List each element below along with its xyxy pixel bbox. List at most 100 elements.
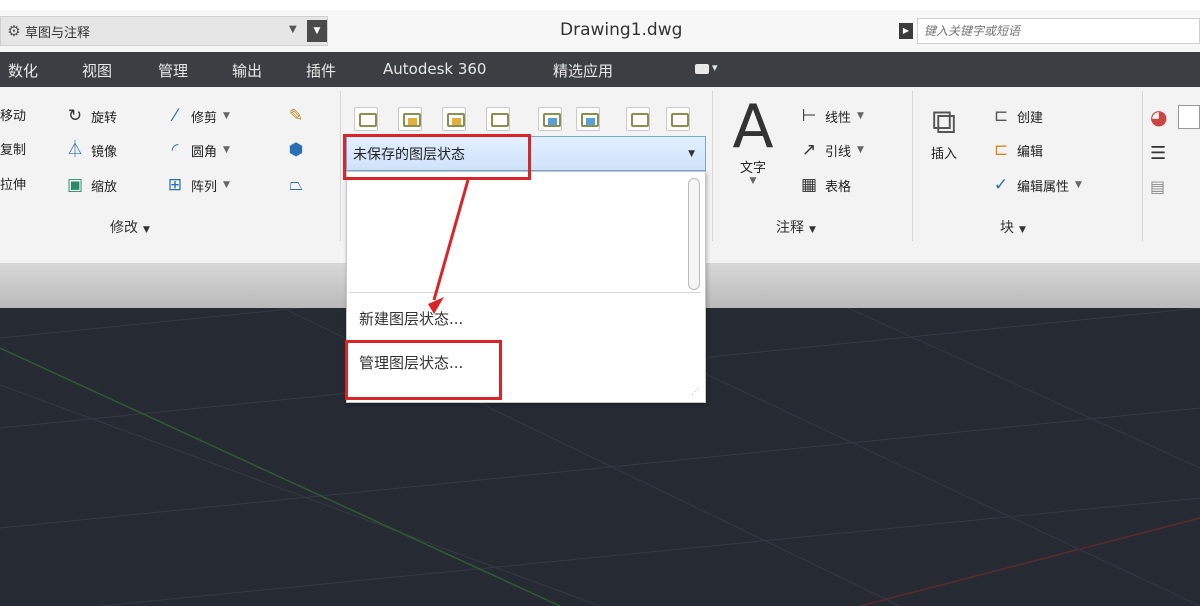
- mirror-tool[interactable]: ⏃ 镜像: [64, 139, 118, 161]
- text-tool[interactable]: A 文字 ▼: [728, 97, 778, 186]
- chevron-down-icon: ▼: [143, 225, 150, 235]
- annotation-panel-footer[interactable]: 注释 ▼: [776, 217, 816, 241]
- tab-view[interactable]: 视图: [82, 60, 112, 81]
- rotate-tool[interactable]: ↻ 旋转: [64, 105, 117, 127]
- edit-block-icon: ⊏: [993, 140, 1009, 160]
- explode-icon: ⬢: [288, 140, 304, 160]
- linetype-icon[interactable]: ▤: [1150, 177, 1165, 196]
- chevron-down-icon: ▼: [1019, 225, 1026, 235]
- layer-isolate-icon[interactable]: [442, 107, 466, 131]
- move-tool[interactable]: 移动: [0, 105, 26, 124]
- insert-label: 插入: [930, 147, 957, 162]
- resize-grip-icon[interactable]: ⋰: [691, 387, 699, 396]
- fillet-icon: ◜: [171, 140, 179, 160]
- rotate-icon: ↻: [67, 106, 83, 126]
- offset-tool[interactable]: ⏢: [285, 174, 312, 196]
- table-icon: ▦: [800, 175, 818, 195]
- layer-unlock-icon[interactable]: [576, 107, 600, 131]
- workspace-selector[interactable]: ⚙ 草图与注释 ▼ ▼: [0, 16, 328, 46]
- layer-lock-icon[interactable]: [538, 107, 562, 131]
- edit-block-tool[interactable]: ⊏ 编辑: [990, 139, 1043, 161]
- tab-parametric[interactable]: 数化: [8, 60, 38, 81]
- video-icon[interactable]: [695, 64, 709, 74]
- play-icon[interactable]: ▶: [899, 23, 913, 39]
- mirror-label: 镜像: [91, 144, 118, 160]
- chevron-down-icon[interactable]: ▼: [857, 111, 864, 121]
- move-label: 移动: [0, 109, 27, 124]
- layer-properties-icon[interactable]: [354, 107, 378, 131]
- chevron-down-icon: ▼: [749, 176, 757, 186]
- brush-icon: ✎: [288, 106, 304, 126]
- layer-freeze-icon[interactable]: [486, 107, 510, 131]
- linear-dimension-tool[interactable]: ⊢ 线性 ▼: [798, 105, 864, 127]
- stretch-tool[interactable]: 拉伸: [0, 174, 26, 193]
- color-select[interactable]: [1178, 105, 1200, 129]
- modify-panel-footer[interactable]: 修改 ▼: [110, 217, 150, 241]
- trim-icon: ⁄: [173, 106, 177, 126]
- fillet-label: 圆角: [191, 144, 218, 160]
- offset-icon: ⏢: [289, 175, 303, 195]
- tab-manage[interactable]: 管理: [158, 60, 188, 81]
- layer-off-icon[interactable]: [398, 107, 422, 131]
- layer-merge-icon[interactable]: [666, 107, 690, 131]
- panel-divider: [340, 91, 341, 241]
- create-block-tool[interactable]: ⊏ 创建: [990, 105, 1043, 127]
- array-tool[interactable]: ⊞ 阵列 ▼: [164, 174, 230, 196]
- chevron-down-icon[interactable]: ▾: [712, 61, 718, 74]
- chevron-down-icon[interactable]: ▼: [223, 180, 230, 190]
- leader-tool[interactable]: ↗ 引线 ▼: [798, 139, 864, 161]
- leader-label: 引线: [825, 144, 852, 160]
- trim-label: 修剪: [191, 110, 218, 126]
- create-block-icon: ⊏: [993, 106, 1009, 126]
- annotation-panel-title: 注释: [776, 220, 804, 236]
- stretch-label: 拉伸: [0, 178, 27, 193]
- tab-output[interactable]: 输出: [232, 60, 262, 81]
- highlight-box-layer-state: [343, 134, 531, 180]
- tab-autodesk-360[interactable]: Autodesk 360: [383, 60, 486, 78]
- chevron-down-icon[interactable]: ▼: [223, 111, 230, 121]
- create-label: 创建: [1017, 110, 1044, 126]
- title-bar: ⚙ 草图与注释 ▼ ▼ Drawing1.dwg ▶: [0, 10, 1200, 52]
- chevron-down-icon: ▼: [809, 225, 816, 235]
- layer-walk-icon[interactable]: [626, 107, 650, 131]
- mirror-icon: ⏃: [66, 140, 84, 160]
- scale-tool[interactable]: ▣ 缩放: [64, 174, 117, 196]
- match-properties-tool[interactable]: ✎: [285, 105, 312, 127]
- insert-block-tool[interactable]: ⧉ 插入: [922, 101, 966, 162]
- copy-tool[interactable]: 复制: [0, 139, 26, 158]
- fillet-tool[interactable]: ◜ 圆角 ▼: [164, 139, 230, 161]
- chevron-down-icon: ▼: [688, 149, 695, 159]
- linear-label: 线性: [825, 110, 852, 126]
- search-area: ▶: [895, 16, 1200, 46]
- block-panel-title: 块: [1000, 220, 1014, 236]
- linear-dimension-icon: ⊢: [801, 106, 817, 126]
- chevron-down-icon[interactable]: ▼: [223, 145, 230, 155]
- dropdown-scrollbar[interactable]: [688, 178, 700, 290]
- array-icon: ⊞: [167, 175, 183, 195]
- explode-tool[interactable]: ⬢: [285, 139, 312, 161]
- highlight-box-manage: [345, 340, 502, 400]
- lineweight-icon[interactable]: ☰: [1150, 143, 1166, 164]
- chevron-down-icon[interactable]: ▼: [857, 145, 864, 155]
- scale-icon: ▣: [66, 175, 84, 195]
- edit-attributes-label: 编辑属性: [1017, 179, 1070, 195]
- modify-panel-title: 修改: [110, 220, 138, 236]
- rotate-label: 旋转: [91, 110, 118, 126]
- edit-label: 编辑: [1017, 144, 1044, 160]
- tab-plugins[interactable]: 插件: [306, 60, 336, 81]
- scale-label: 缩放: [91, 179, 118, 195]
- edit-attributes-tool[interactable]: ✓ 编辑属性 ▼: [990, 174, 1082, 196]
- tab-featured-apps[interactable]: 精选应用: [553, 60, 613, 81]
- table-tool[interactable]: ▦ 表格: [798, 174, 851, 196]
- color-wheel-icon[interactable]: ◕: [1150, 105, 1167, 129]
- trim-tool[interactable]: ⁄ 修剪 ▼: [164, 105, 230, 127]
- gear-icon: ⚙: [7, 22, 21, 40]
- search-input[interactable]: [917, 18, 1200, 44]
- chevron-down-icon[interactable]: ▼: [1075, 180, 1082, 190]
- text-a-icon: A: [732, 92, 774, 162]
- leader-icon: ↗: [801, 140, 817, 160]
- chevron-down-icon: ▼: [289, 24, 297, 35]
- panel-divider: [912, 91, 913, 241]
- block-panel-footer[interactable]: 块 ▼: [1000, 217, 1026, 241]
- quick-access-menu-button[interactable]: ▼: [307, 20, 327, 42]
